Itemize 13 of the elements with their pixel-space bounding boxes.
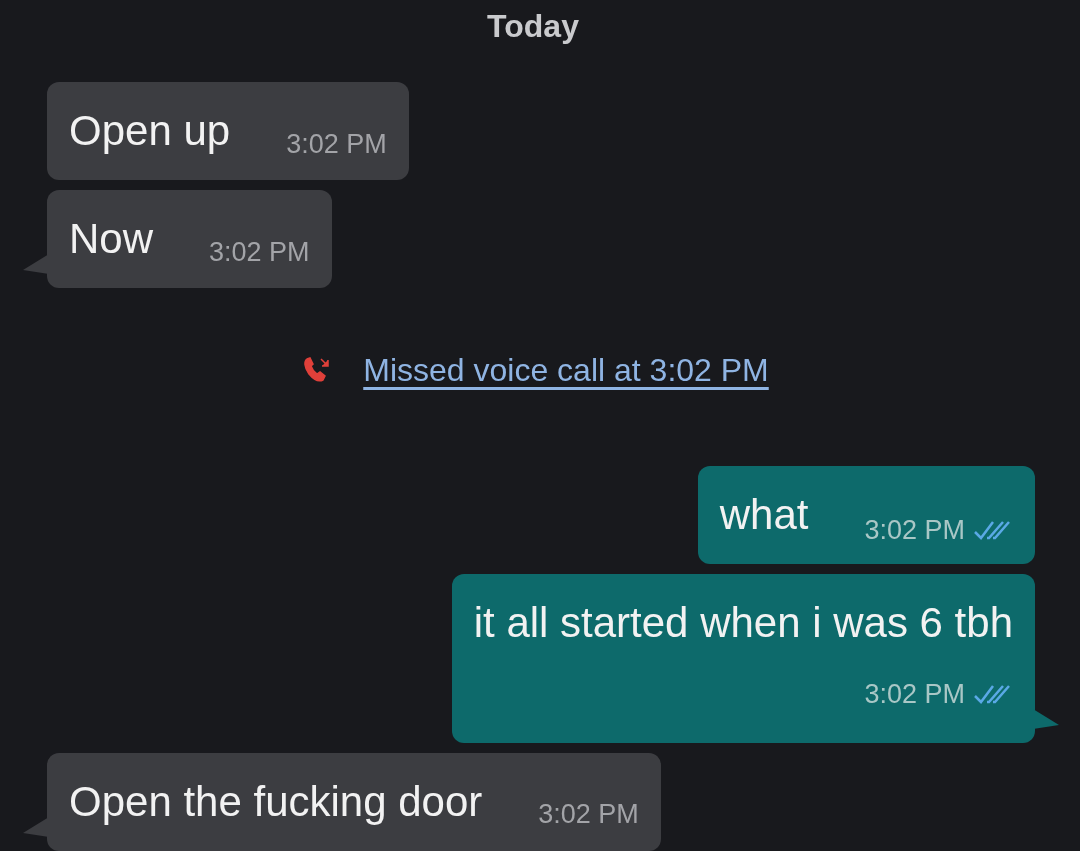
message-text: what — [719, 494, 809, 536]
message-text: it all started when i was 6 tbh — [473, 602, 1013, 644]
message-text: Open up — [69, 110, 231, 152]
missed-call-link[interactable]: Missed voice call at 3:02 PM — [363, 346, 769, 394]
message-text: Now — [69, 218, 154, 260]
message-time: 3:02 PM — [864, 513, 965, 547]
message-text: Open the fucking door — [69, 780, 483, 823]
date-label: Today — [487, 7, 579, 46]
message-time: 3:02 PM — [286, 127, 387, 161]
message-time: 3:02 PM — [538, 798, 639, 831]
message-time: 3:02 PM — [209, 235, 310, 269]
missed-call-icon — [301, 355, 332, 385]
message-time: 3:02 PM — [864, 678, 965, 711]
